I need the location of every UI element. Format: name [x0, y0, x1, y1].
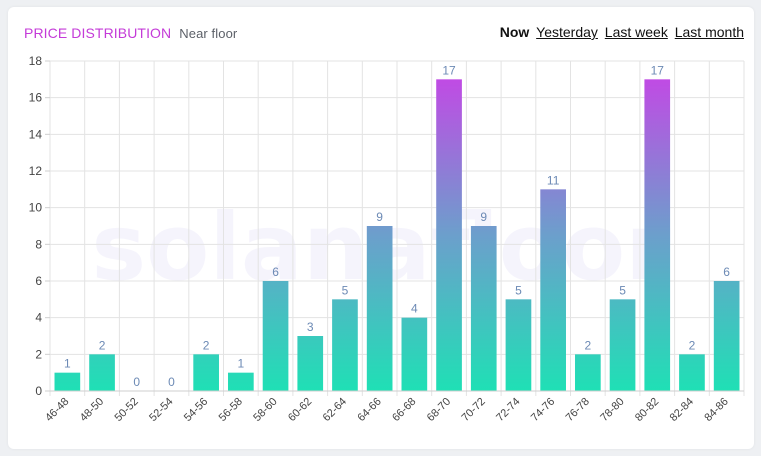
y-tick-label: 2	[35, 347, 42, 361]
y-tick-label: 14	[29, 127, 43, 141]
y-tick-label: 0	[35, 384, 42, 398]
period-last-month-button[interactable]: Last month	[675, 24, 744, 40]
bar[interactable]	[332, 299, 358, 391]
y-tick-label: 10	[29, 201, 43, 215]
bar[interactable]	[54, 372, 81, 391]
bar[interactable]	[193, 354, 219, 391]
x-tick-label: 66-68	[390, 396, 418, 424]
bar-value-label: 2	[203, 338, 210, 352]
bar-value-label: 17	[442, 63, 456, 77]
bar[interactable]	[297, 336, 324, 391]
bar-value-label: 9	[480, 210, 487, 224]
bar-value-label: 0	[133, 375, 140, 389]
bar[interactable]	[540, 189, 566, 391]
period-yesterday-button[interactable]: Yesterday	[536, 24, 598, 40]
bar-value-label: 17	[651, 63, 665, 77]
bar-value-label: 11	[547, 173, 560, 187]
bar[interactable]	[89, 354, 115, 391]
bar[interactable]	[436, 79, 462, 391]
period-now-button[interactable]: Now	[500, 24, 530, 40]
bar-value-label: 2	[99, 338, 106, 352]
bar-value-label: 5	[515, 283, 522, 297]
x-tick-label: 48-50	[78, 396, 106, 424]
bar-value-label: 4	[411, 302, 418, 316]
bar-value-label: 2	[689, 338, 696, 352]
chart-card: solanafloor 12002163594179511251726 0246…	[8, 7, 754, 449]
x-tick-label: 78-80	[598, 396, 626, 424]
x-tick-label: 62-64	[321, 396, 349, 424]
bar-value-label: 2	[585, 338, 592, 352]
bar[interactable]	[644, 79, 671, 391]
x-tick-label: 50-52	[112, 396, 140, 424]
x-tick-label: 46-48	[43, 396, 71, 424]
x-tick-label: 74-76	[529, 396, 557, 424]
y-tick-label: 4	[35, 311, 42, 325]
chart-title-text: PRICE DISTRIBUTION	[24, 25, 172, 41]
bar-chart: solanafloor 12002163594179511251726 0246…	[29, 54, 745, 424]
period-last-week-button[interactable]: Last week	[605, 24, 668, 40]
y-tick-label: 6	[35, 274, 42, 288]
x-tick-label: 68-70	[425, 396, 453, 424]
x-tick-label: 70-72	[459, 396, 487, 424]
bar[interactable]	[470, 226, 497, 391]
bar-value-label: 5	[619, 283, 626, 297]
y-tick-label: 12	[29, 164, 43, 178]
bar-value-label: 6	[723, 265, 730, 279]
x-tick-label: 76-78	[564, 396, 592, 424]
y-tick-label: 16	[29, 91, 43, 105]
bar[interactable]	[262, 281, 289, 391]
chart-subtitle: Near floor	[179, 26, 238, 41]
bar-value-label: 5	[342, 283, 349, 297]
chart-title: PRICE DISTRIBUTION Near floor	[24, 25, 237, 41]
x-tick-label: 54-56	[182, 396, 210, 424]
period-selector: Now Yesterday Last week Last month	[497, 24, 744, 40]
x-tick-label: 56-58	[217, 396, 245, 424]
bar[interactable]	[609, 299, 636, 391]
bar-value-label: 0	[168, 375, 175, 389]
x-tick-label: 64-66	[355, 396, 383, 424]
bar-value-label: 1	[64, 357, 71, 371]
bar-value-label: 9	[376, 210, 383, 224]
bar[interactable]	[713, 281, 740, 391]
bar-value-label: 6	[272, 265, 279, 279]
bar[interactable]	[575, 354, 601, 391]
bar-value-label: 1	[238, 357, 245, 371]
bar-value-label: 3	[307, 320, 314, 334]
bar[interactable]	[401, 317, 428, 391]
x-tick-label: 84-86	[702, 396, 730, 424]
y-tick-label: 18	[29, 54, 43, 68]
x-tick-label: 52-54	[147, 396, 175, 424]
bar[interactable]	[505, 299, 532, 391]
x-tick-label: 82-84	[668, 396, 696, 424]
x-tick-label: 58-60	[251, 396, 279, 424]
y-tick-label: 8	[35, 237, 42, 251]
x-tick-label: 80-82	[633, 396, 661, 424]
bar[interactable]	[366, 226, 393, 391]
x-tick-label: 60-62	[286, 396, 314, 424]
bar[interactable]	[679, 354, 705, 391]
x-tick-label: 72-74	[494, 396, 522, 424]
bar[interactable]	[228, 372, 254, 391]
